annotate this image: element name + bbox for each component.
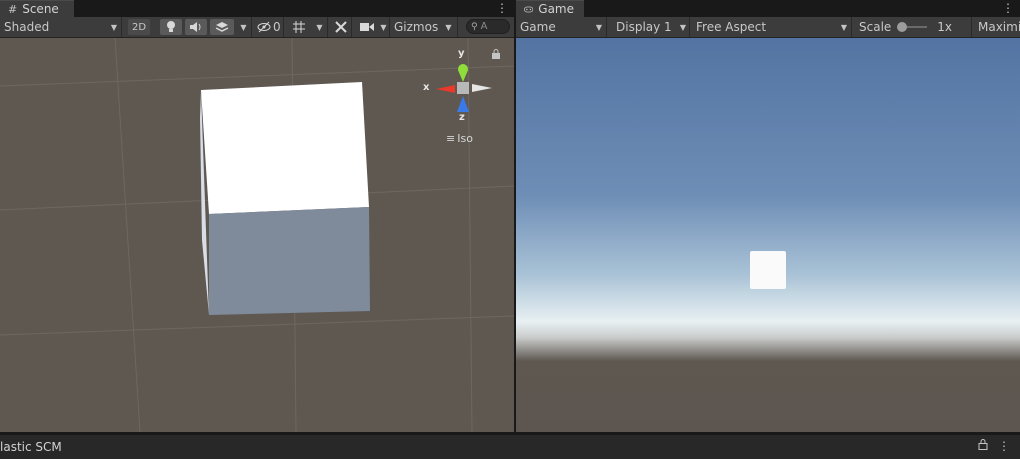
bottom-panel-menu-icon[interactable]: ⋮ <box>998 439 1010 453</box>
camera-icon <box>360 23 374 31</box>
scene-panel: # Scene ⋮ Shaded ▼ 2D ▼ 0 ▼ ▼ Gizmos ▼ ⚲… <box>0 0 514 432</box>
gizmos-button[interactable]: Gizmos <box>392 17 440 37</box>
tab-game-label: Game <box>538 2 574 16</box>
bottom-panel: lastic SCM ⋮ <box>0 434 1020 459</box>
tab-scene-label: Scene <box>22 2 59 16</box>
grid-dropdown[interactable]: ▼ <box>312 17 328 37</box>
toggle-2d-button[interactable]: 2D <box>128 19 151 35</box>
layers-icon <box>215 22 229 32</box>
speaker-icon <box>190 22 201 32</box>
aspect-dropdown[interactable]: Free Aspect ▼ <box>692 17 852 37</box>
scene-visibility-toggle[interactable]: 0 <box>254 17 284 37</box>
tools-button[interactable] <box>330 17 352 37</box>
chevron-down-icon: ▼ <box>679 22 686 32</box>
gizmo-z-label: z <box>459 112 465 123</box>
chevron-down-icon: ▼ <box>110 22 117 32</box>
view-mode-value: Game <box>520 20 556 34</box>
chevron-down-icon: ▼ <box>240 22 247 32</box>
chevron-down-icon: ▼ <box>380 22 387 32</box>
menu-lines-icon: ≡ <box>446 132 456 145</box>
tools-icon <box>334 21 347 33</box>
chevron-down-icon: ▼ <box>445 22 452 32</box>
scene-panel-menu-icon[interactable]: ⋮ <box>496 1 508 15</box>
toggle-2d-label: 2D <box>132 21 147 33</box>
chevron-down-icon: ▼ <box>595 22 602 32</box>
gizmo-view-label: Iso <box>457 132 473 145</box>
gizmo-center-cube <box>457 82 469 94</box>
tab-plastic-scm-label: lastic SCM <box>0 440 62 454</box>
orientation-gizmo[interactable]: y x z ≡ Iso <box>420 48 500 164</box>
shading-mode-dropdown[interactable]: Shaded ▼ <box>0 17 122 37</box>
lock-icon[interactable] <box>978 439 988 453</box>
search-icon: ⚲ <box>471 21 478 32</box>
effects-toggle[interactable] <box>210 19 234 35</box>
tab-scene[interactable]: # Scene <box>0 0 74 17</box>
scale-slider[interactable] <box>897 22 928 32</box>
scene-toolbar: Shaded ▼ 2D ▼ 0 ▼ ▼ Gizmos ▼ ⚲ A <box>0 17 514 38</box>
view-mode-dropdown[interactable]: Game ▼ <box>516 17 607 37</box>
chevron-down-icon: ▼ <box>316 22 323 32</box>
maximize-on-play-button[interactable]: Maximi <box>976 17 1020 37</box>
game-cube <box>750 251 786 289</box>
eye-slash-icon <box>257 21 271 33</box>
scene-viewport[interactable]: y x z ≡ Iso <box>0 38 514 432</box>
lighting-toggle[interactable] <box>160 19 182 35</box>
chevron-down-icon: ▼ <box>840 22 847 32</box>
game-panel-menu-icon[interactable]: ⋮ <box>1002 1 1014 15</box>
scale-label: Scale <box>859 20 892 34</box>
cube-front-face <box>209 207 370 315</box>
gizmos-dropdown[interactable]: ▼ <box>440 17 458 37</box>
y-axis-cap <box>458 64 468 74</box>
gamepad-icon <box>524 6 534 12</box>
game-toolbar: Game ▼ Display 1 ▼ Free Aspect ▼ Scale 1… <box>516 17 1020 38</box>
scene-tab-bar: # Scene ⋮ <box>0 0 514 17</box>
scene-search-input[interactable]: ⚲ A <box>466 19 510 34</box>
z-axis-cone <box>457 96 469 112</box>
grid-icon: # <box>8 2 18 16</box>
cube-top-face <box>201 82 369 214</box>
shading-mode-value: Shaded <box>4 20 50 34</box>
hidden-count: 0 <box>273 20 281 34</box>
x-axis-cone <box>436 85 455 93</box>
gizmo-y-label: y <box>458 48 465 59</box>
neg-x-axis-cone <box>472 84 492 92</box>
gizmos-label: Gizmos <box>394 20 439 34</box>
lightbulb-icon <box>167 21 175 32</box>
search-placeholder: A <box>480 21 488 32</box>
grid-snap-icon <box>293 21 305 33</box>
display-value: Display 1 <box>616 20 672 34</box>
grid-toggle[interactable] <box>288 17 310 37</box>
scale-value: 1x <box>937 20 953 34</box>
gizmo-x-label: x <box>423 82 430 93</box>
game-tab-bar: Game ⋮ <box>516 0 1020 17</box>
gizmo-view-toggle[interactable]: ≡ Iso <box>446 132 473 145</box>
camera-dropdown[interactable]: ▼ <box>378 17 390 37</box>
slider-thumb[interactable] <box>897 22 908 32</box>
camera-button[interactable] <box>356 17 378 37</box>
bottom-panel-icons: ⋮ <box>978 439 1010 453</box>
maximize-label: Maximi <box>978 20 1020 34</box>
tab-game[interactable]: Game <box>516 0 584 17</box>
audio-toggle[interactable] <box>185 19 207 35</box>
game-viewport[interactable] <box>516 38 1020 432</box>
display-dropdown[interactable]: Display 1 ▼ <box>612 17 690 37</box>
game-panel: Game ⋮ Game ▼ Display 1 ▼ Free Aspect ▼ … <box>516 0 1020 432</box>
scale-control: Scale 1x <box>854 17 972 37</box>
aspect-value: Free Aspect <box>696 20 767 34</box>
tab-plastic-scm[interactable]: lastic SCM <box>0 435 62 459</box>
effects-dropdown[interactable]: ▼ <box>236 17 252 37</box>
